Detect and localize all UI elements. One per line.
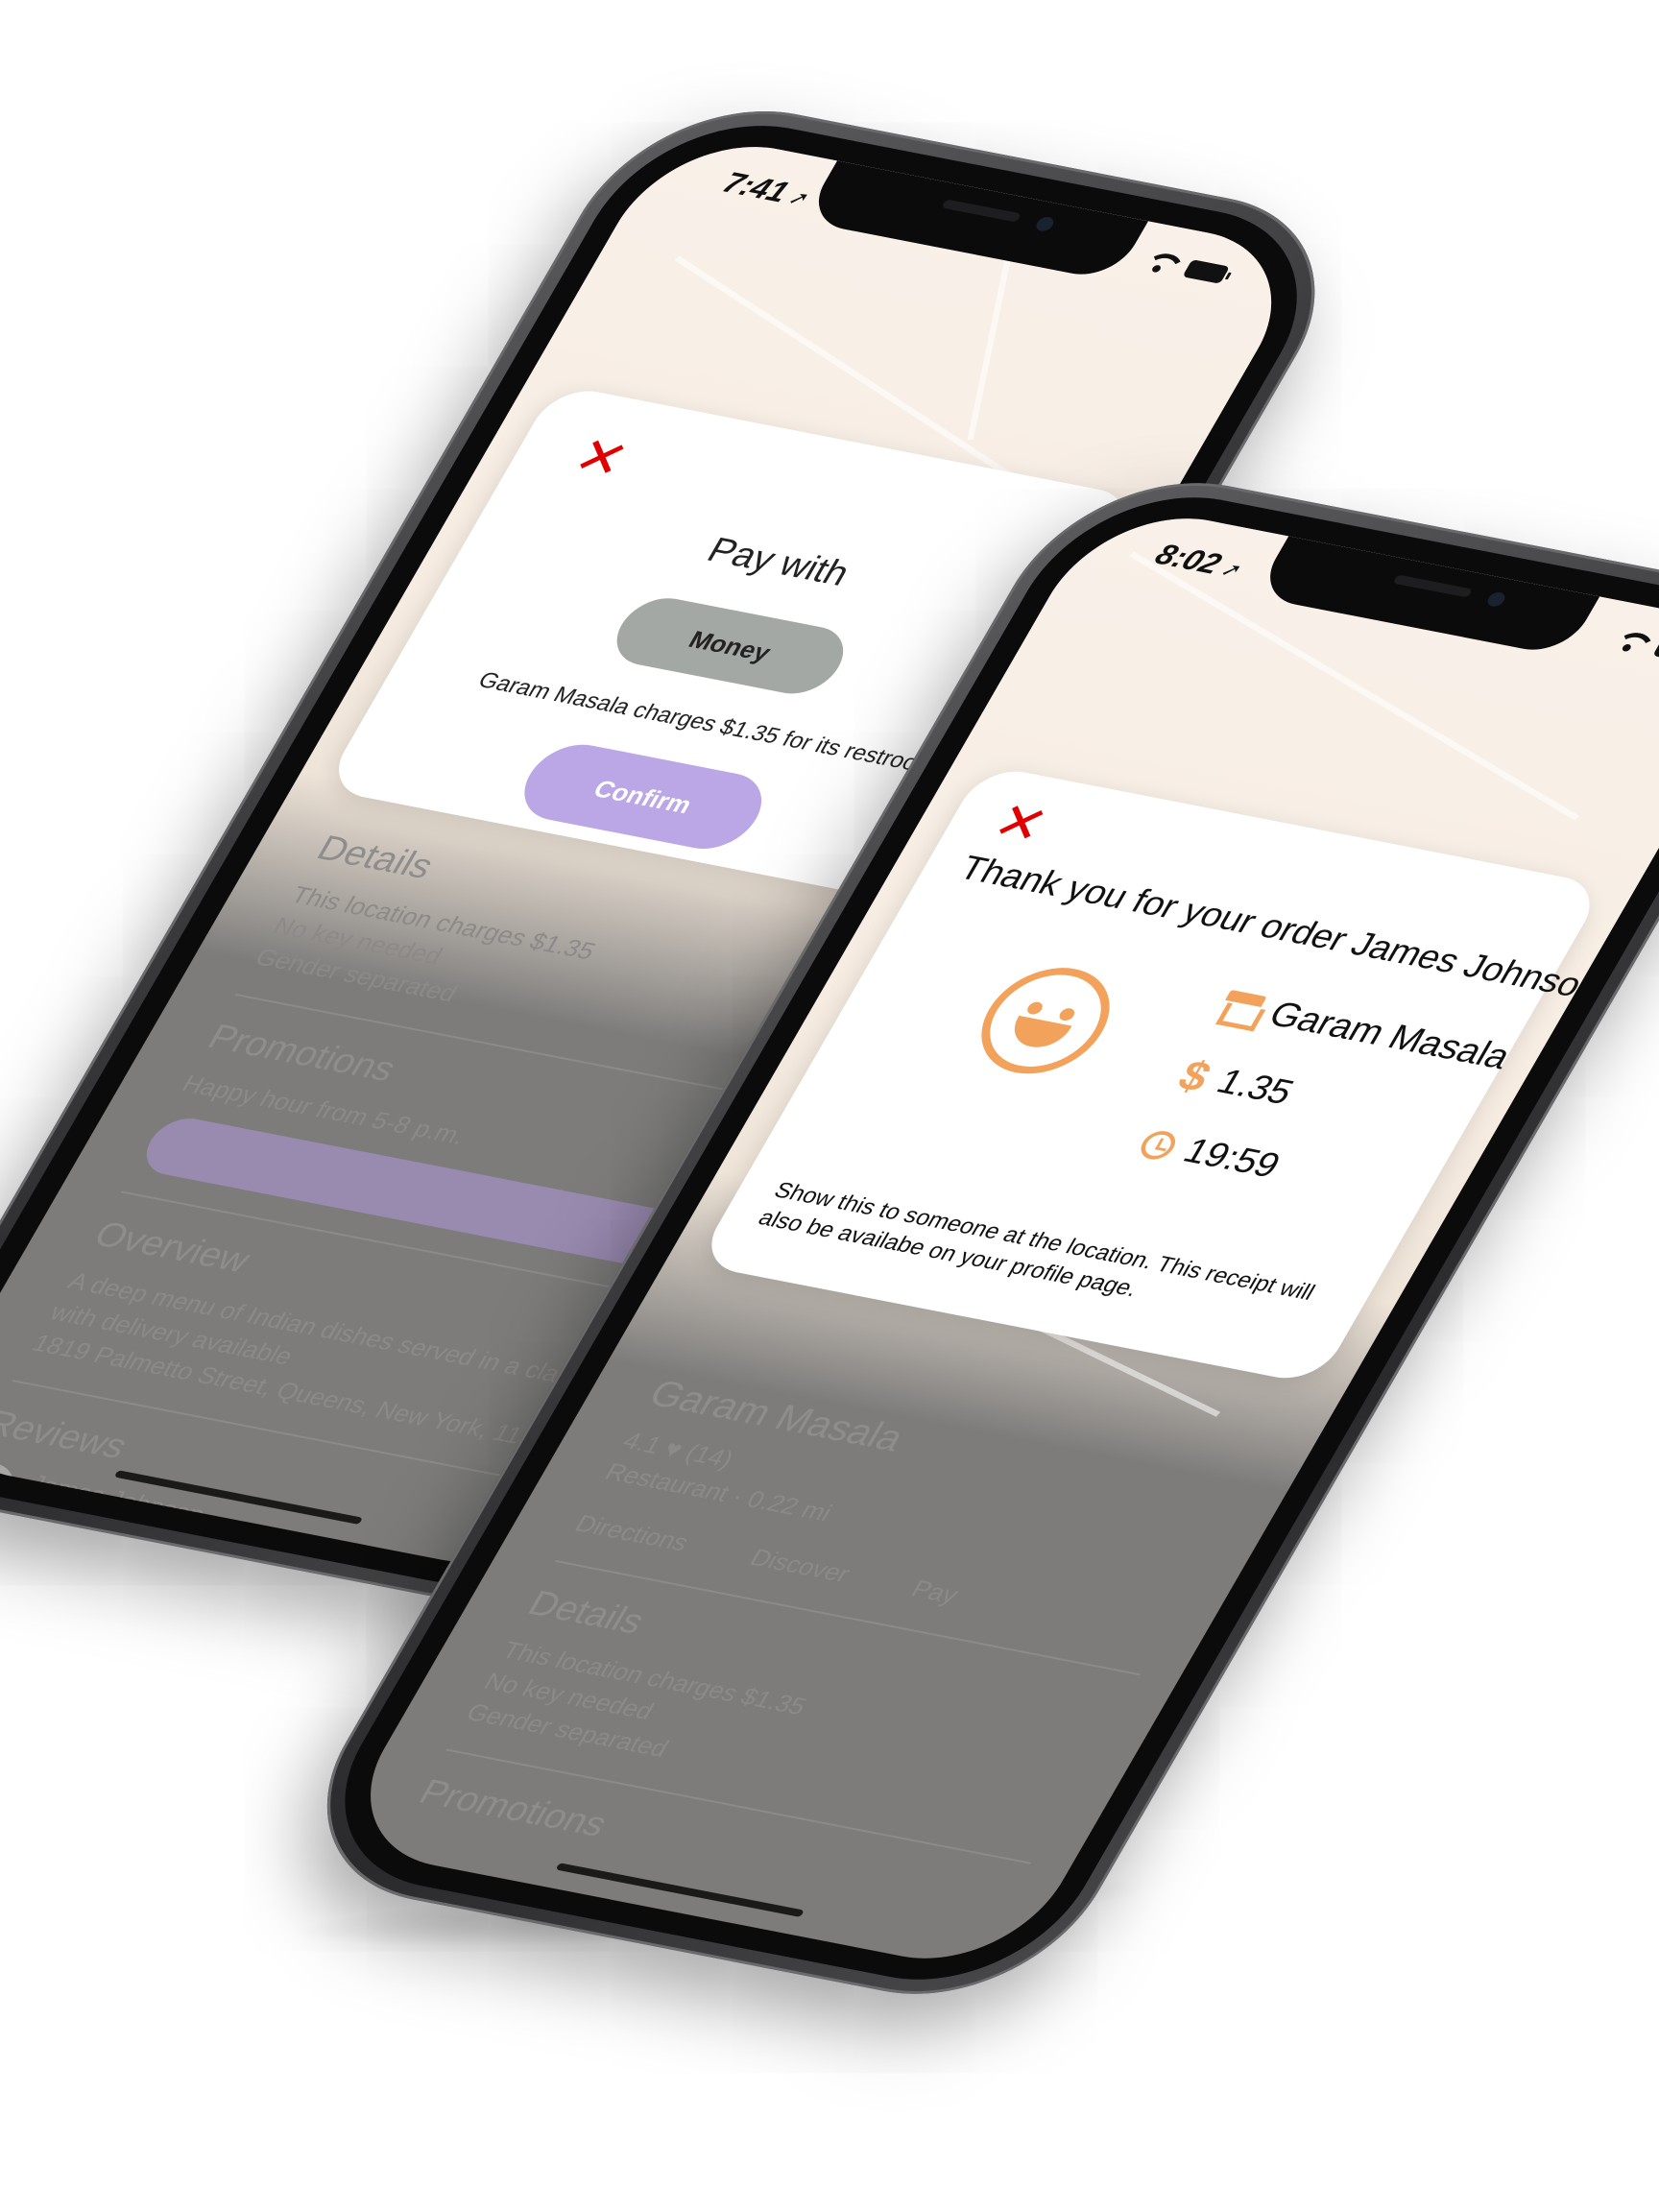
camera xyxy=(1484,590,1508,609)
charge-text: Garam Masala charges $1.35 for its restr… xyxy=(473,667,921,777)
pay-with-title: Pay with xyxy=(700,531,857,594)
price-row: $ 1.35 xyxy=(1169,1050,1303,1118)
close-icon[interactable]: ✕ xyxy=(983,791,1059,854)
time-value: 19:59 xyxy=(1176,1131,1287,1186)
time-row: 19:59 xyxy=(1133,1123,1287,1187)
smiley-mouth xyxy=(1003,1015,1072,1052)
close-icon[interactable]: ✕ xyxy=(564,426,639,490)
price-value: 1.35 xyxy=(1210,1062,1301,1113)
smiley-eye xyxy=(1056,1006,1077,1022)
money-button[interactable]: Money xyxy=(602,591,857,700)
store-icon xyxy=(1214,989,1267,1025)
pay-button[interactable]: Pay xyxy=(905,1572,966,1611)
clock-icon xyxy=(1135,1127,1182,1162)
smiley-eye xyxy=(1024,1000,1046,1016)
mockup-stage: 7:41➚ ✕ Pay with Money Garam Masala char… xyxy=(0,0,1659,2212)
place-name: Garam Masala xyxy=(1262,995,1518,1077)
directions-button[interactable]: Directions xyxy=(569,1506,696,1558)
discover-button[interactable]: Discover xyxy=(744,1541,857,1591)
smiley-icon xyxy=(958,957,1132,1084)
speaker xyxy=(1392,574,1474,598)
camera xyxy=(1033,215,1057,233)
speaker xyxy=(941,199,1022,223)
